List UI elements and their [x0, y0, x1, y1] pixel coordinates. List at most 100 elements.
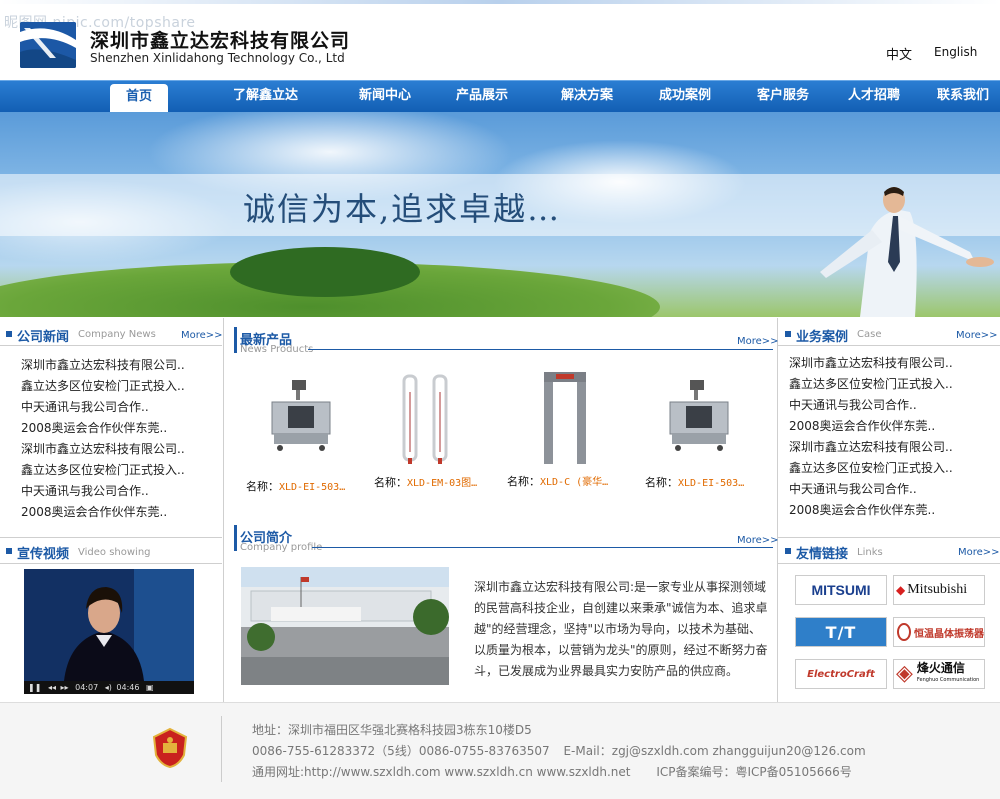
cases-more-link[interactable]: More>> — [956, 330, 998, 341]
nav-contact[interactable]: 联系我们 — [937, 84, 989, 103]
lang-chinese-link[interactable]: 中文 — [886, 44, 912, 63]
partner-electrocraft[interactable]: ElectroCraft — [795, 659, 887, 689]
case-item[interactable]: 2008奥运会合作伙伴东莞.. — [789, 500, 994, 521]
product-caption[interactable]: 名称：XLD-EI-503… — [645, 474, 744, 490]
product-name: XLD-EM-03图… — [407, 478, 478, 489]
banner-slogan: 诚信为本,追求卓越… — [243, 190, 562, 228]
news-subtitle: Company News — [78, 329, 156, 340]
news-more-link[interactable]: More>> — [181, 330, 223, 341]
profile-subtitle: Company profile — [240, 542, 323, 553]
news-bullet-icon — [6, 331, 12, 337]
nav-news[interactable]: 新闻中心 — [359, 84, 411, 103]
product-caption[interactable]: 名称：XLD-EI-503… — [246, 478, 345, 494]
product-label: 名称： — [507, 475, 540, 488]
pause-icon[interactable]: ❚❚ — [28, 683, 41, 692]
news-item[interactable]: 鑫立达多区位安检门正式投入.. — [21, 376, 216, 397]
news-item[interactable]: 2008奥运会合作伙伴东莞.. — [21, 502, 216, 523]
footer-icp[interactable]: ICP备案编号：粤ICP备05105666号 — [656, 765, 851, 779]
partner-crystal[interactable]: 恒温晶体振荡器 — [893, 617, 985, 647]
crystal-logo-icon — [897, 623, 911, 641]
nav-products[interactable]: 产品展示 — [456, 84, 508, 103]
links-subtitle: Links — [857, 547, 883, 558]
next-icon[interactable]: ▸▸ — [61, 683, 69, 692]
profile-line: 的民营高科技企业，自创建以来秉承"诚信为本、追求卓 — [474, 601, 768, 615]
video-controls: ❚❚ ◂◂ ▸▸ 04:07 ◂) 04:46 ▣ — [24, 681, 194, 694]
footer-urls[interactable]: 通用网址:http://www.szxldh.com www.szxldh.cn… — [252, 765, 631, 779]
news-item[interactable]: 中天通讯与我公司合作.. — [21, 397, 216, 418]
video-player[interactable]: ❚❚ ◂◂ ▸▸ 04:07 ◂) 04:46 ▣ — [24, 569, 194, 694]
fullscreen-icon[interactable]: ▣ — [146, 683, 154, 692]
product-image-xray-2[interactable] — [666, 376, 732, 456]
case-item[interactable]: 鑫立达多区位安检门正式投入.. — [789, 374, 994, 395]
cases-list: 深圳市鑫立达宏科技有限公司.. 鑫立达多区位安检门正式投入.. 中天通讯与我公司… — [789, 353, 994, 521]
products-rule — [308, 349, 773, 350]
profile-line: 越"的经营理念，坚持"以市场为导向，以技术为基础、 — [474, 622, 762, 636]
footer-email[interactable]: zgj@szxldh.com zhangguijun20@126.com — [612, 744, 866, 758]
product-name: XLD-C (豪华… — [540, 477, 609, 488]
nav-solutions[interactable]: 解决方案 — [561, 84, 613, 103]
video-subtitle: Video showing — [78, 547, 151, 558]
product-caption[interactable]: 名称：XLD-EM-03图… — [374, 474, 477, 490]
product-image-walkthrough-gate[interactable] — [542, 370, 588, 466]
case-item[interactable]: 2008奥运会合作伙伴东莞.. — [789, 416, 994, 437]
top-stripe — [0, 0, 1000, 4]
product-image-eas-gate[interactable] — [398, 372, 454, 468]
news-item[interactable]: 鑫立达多区位安检门正式投入.. — [21, 460, 216, 481]
news-item[interactable]: 深圳市鑫立达宏科技有限公司.. — [21, 355, 216, 376]
mitsubishi-diamond-icon: ◆ — [896, 582, 906, 597]
links-top-rule — [778, 537, 1000, 538]
product-caption[interactable]: 名称：XLD-C (豪华… — [507, 473, 608, 489]
case-item[interactable]: 中天通讯与我公司合作.. — [789, 395, 994, 416]
case-item[interactable]: 中天通讯与我公司合作.. — [789, 479, 994, 500]
company-name-cn: 深圳市鑫立达宏科技有限公司 — [90, 30, 351, 52]
banner-man-image — [820, 187, 994, 317]
footer-contact: 0086-755-61283372（5线）0086-0755-83763507 … — [252, 742, 866, 759]
page: 昵图网 nipic.com/topshare 深圳市鑫立达宏科技有限公司 She… — [0, 0, 1000, 799]
product-image-xray-1[interactable] — [268, 376, 334, 456]
products-subtitle: News Products — [240, 344, 314, 355]
partner-mitsubishi[interactable]: ◆ Mitsubishi — [893, 575, 985, 605]
volume-icon[interactable]: ◂) — [105, 683, 112, 692]
prev-icon[interactable]: ◂◂ — [48, 683, 56, 692]
news-item[interactable]: 深圳市鑫立达宏科技有限公司.. — [21, 439, 216, 460]
video-rule — [0, 563, 222, 564]
links-title: 友情链接 — [796, 547, 849, 562]
news-item[interactable]: 中天通讯与我公司合作.. — [21, 481, 216, 502]
partner-mitsumi[interactable]: MITSUMI — [795, 575, 887, 605]
fenghuo-text: 烽火通信 Fenghuo Communication — [917, 662, 979, 686]
news-title: 公司新闻 — [17, 330, 70, 345]
footer-web: 通用网址:http://www.szxldh.com www.szxldh.cn… — [252, 763, 852, 780]
case-item[interactable]: 深圳市鑫立达宏科技有限公司.. — [789, 437, 994, 458]
product-label: 名称： — [645, 476, 678, 489]
case-item[interactable]: 鑫立达多区位安检门正式投入.. — [789, 458, 994, 479]
video-frame-image — [24, 569, 194, 681]
nav-about[interactable]: 了解鑫立达 — [233, 84, 298, 103]
fenghuo-logo-icon: ◈ — [896, 661, 913, 686]
nav-home[interactable]: 首页 — [110, 84, 168, 112]
product-label: 名称： — [246, 480, 279, 493]
cases-subtitle: Case — [857, 329, 882, 340]
profile-more-link[interactable]: More>> — [737, 535, 779, 546]
partner-tt[interactable]: T/T — [795, 617, 887, 647]
nav-service[interactable]: 客户服务 — [757, 84, 809, 103]
news-item[interactable]: 2008奥运会合作伙伴东莞.. — [21, 418, 216, 439]
product-name: XLD-EI-503… — [279, 482, 346, 493]
profile-line: 以质量为根本，以营销为龙头"的原则，经过不断努力奋 — [474, 643, 768, 657]
news-list: 深圳市鑫立达宏科技有限公司.. 鑫立达多区位安检门正式投入.. 中天通讯与我公司… — [21, 355, 216, 523]
nav-jobs[interactable]: 人才招聘 — [848, 84, 900, 103]
links-rule — [778, 563, 1000, 564]
case-item[interactable]: 深圳市鑫立达宏科技有限公司.. — [789, 353, 994, 374]
police-badge-icon[interactable] — [151, 727, 189, 769]
links-more-link[interactable]: More>> — [958, 547, 1000, 558]
nav-cases[interactable]: 成功案例 — [659, 84, 711, 103]
company-logo[interactable] — [20, 22, 76, 68]
video-bullet-icon — [6, 548, 12, 554]
footer-phone: 0086-755-61283372（5线）0086-0755-83763507 — [252, 744, 550, 758]
right-column-divider — [777, 318, 778, 703]
lang-english-link[interactable]: English — [934, 45, 977, 59]
cases-title: 业务案例 — [796, 330, 849, 345]
products-more-link[interactable]: More>> — [737, 336, 779, 347]
partner-fenghuo[interactable]: ◈ 烽火通信 Fenghuo Communication — [893, 659, 985, 689]
video-time-current: 04:07 — [75, 683, 99, 692]
profile-rule — [312, 547, 773, 548]
